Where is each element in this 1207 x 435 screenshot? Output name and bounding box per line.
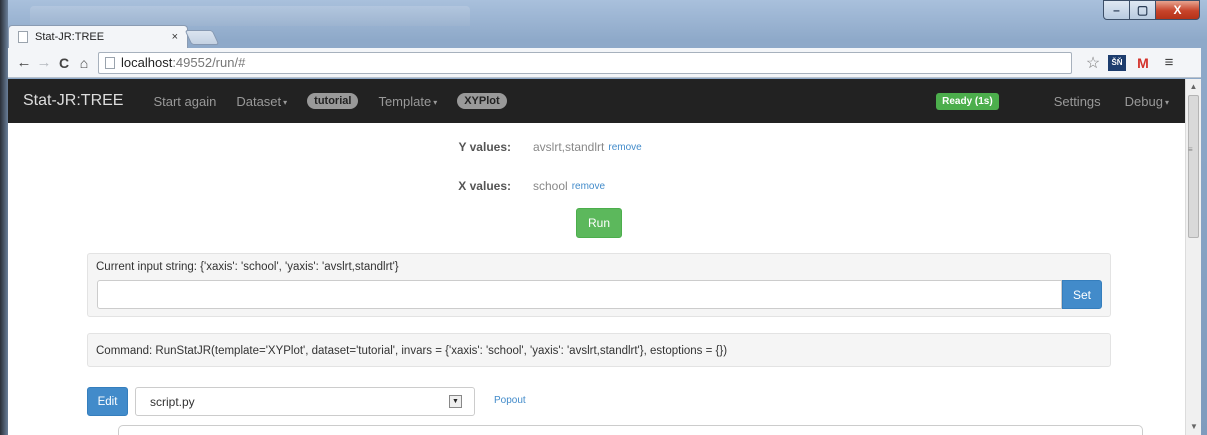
status-badge: Ready (1s) <box>936 92 999 110</box>
background-tabs <box>30 6 470 26</box>
tab-close-icon[interactable]: × <box>172 31 178 43</box>
browser-menu-icon[interactable]: ≡ <box>1158 54 1180 71</box>
y-remove-link[interactable]: remove <box>608 142 641 153</box>
command-panel: Command: RunStatJR(template='XYPlot', da… <box>87 333 1111 367</box>
settings-label: Settings <box>1053 93 1101 109</box>
x-values-value: school <box>533 179 568 193</box>
start-again-link[interactable]: Start again <box>153 94 216 109</box>
app-navbar: Stat-JR:TREE Start again Dataset ▾ tutori… <box>8 79 1185 123</box>
bookmark-star-icon[interactable]: ☆ <box>1082 53 1104 73</box>
scroll-grip-icon: ≡ <box>1188 145 1193 154</box>
gmail-icon[interactable]: M <box>1134 56 1152 70</box>
dataset-dropdown[interactable]: Dataset ▾ <box>236 94 287 109</box>
input-string-field[interactable] <box>97 280 1062 309</box>
input-string-panel: Current input string: {'xaxis': 'school'… <box>87 253 1111 317</box>
browser-window: – ▢ X Stat-JR:TREE × ← → C ⌂ localhost :… <box>0 0 1207 435</box>
new-tab-button[interactable] <box>184 30 220 45</box>
caret-down-icon: ▾ <box>433 97 438 107</box>
debug-dropdown[interactable]: Debug ▾ <box>1125 94 1169 109</box>
reload-icon[interactable]: C <box>54 55 74 71</box>
browser-toolbar: ← → C ⌂ localhost :49552/run/# ☆ ŠŇ M ≡ <box>8 48 1201 78</box>
template-dropdown[interactable]: Template ▾ <box>378 94 437 109</box>
y-values-row: Y values: avslrt,standlrt remove <box>431 140 642 154</box>
back-icon[interactable]: ← <box>14 54 34 71</box>
code-editor[interactable] <box>118 425 1143 435</box>
minimize-button[interactable]: – <box>1103 0 1130 20</box>
y-values-label: Y values: <box>458 140 511 154</box>
start-again-label: Start again <box>153 93 217 109</box>
run-button[interactable]: Run <box>576 208 622 238</box>
page-viewport: Stat-JR:TREE Start again Dataset ▾ tutori… <box>8 79 1201 435</box>
edit-button[interactable]: Edit <box>87 387 128 416</box>
y-values-value: avslrt,standlrt <box>533 140 605 154</box>
close-window-button[interactable]: X <box>1156 0 1200 20</box>
x-remove-link[interactable]: remove <box>572 181 605 192</box>
browser-tab-active[interactable]: Stat-JR:TREE × <box>8 25 188 48</box>
main-content: Y values: avslrt,standlrt remove X value… <box>8 123 1185 435</box>
page-icon <box>18 31 28 43</box>
page-icon <box>105 56 115 69</box>
vertical-scrollbar[interactable]: ▲ ≡ ▼ <box>1185 79 1201 435</box>
scroll-thumb[interactable] <box>1188 95 1199 238</box>
caret-down-icon: ▾ <box>1164 97 1169 107</box>
dataset-label: Dataset <box>236 93 282 109</box>
tab-title: Stat-JR:TREE <box>35 31 105 43</box>
window-controls: – ▢ X <box>1103 0 1200 20</box>
template-badge: XYPlot <box>457 93 507 109</box>
url-path: :49552/run/# <box>172 55 246 70</box>
debug-label: Debug <box>1124 93 1163 109</box>
x-values-row: X values: school remove <box>431 179 605 193</box>
command-text: Command: RunStatJR(template='XYPlot', da… <box>96 345 728 357</box>
popout-link[interactable]: Popout <box>494 395 526 406</box>
dataset-badge: tutorial <box>307 93 359 109</box>
input-string-text: Current input string: {'xaxis': 'school'… <box>96 261 399 273</box>
scroll-up-icon[interactable]: ▲ <box>1186 79 1201 95</box>
scroll-down-icon[interactable]: ▼ <box>1186 419 1201 435</box>
extension-icon[interactable]: ŠŇ <box>1108 54 1126 71</box>
set-button[interactable]: Set <box>1062 280 1102 309</box>
caret-down-icon: ▾ <box>283 97 288 107</box>
script-select[interactable]: script.py ▼ <box>135 387 475 416</box>
maximize-button[interactable]: ▢ <box>1130 0 1156 20</box>
script-select-value: script.py <box>150 394 195 409</box>
desktop-edge <box>0 0 8 435</box>
home-icon[interactable]: ⌂ <box>74 55 94 71</box>
url-host: localhost <box>121 55 173 70</box>
settings-link[interactable]: Settings <box>1054 94 1101 109</box>
forward-icon[interactable]: → <box>34 54 54 71</box>
input-group: Set <box>97 280 1102 309</box>
template-label: Template <box>378 93 432 109</box>
dropdown-arrow-icon: ▼ <box>449 395 462 408</box>
address-bar[interactable]: localhost :49552/run/# <box>98 51 1072 74</box>
x-values-label: X values: <box>458 179 511 193</box>
brand[interactable]: Stat-JR:TREE <box>23 92 123 110</box>
